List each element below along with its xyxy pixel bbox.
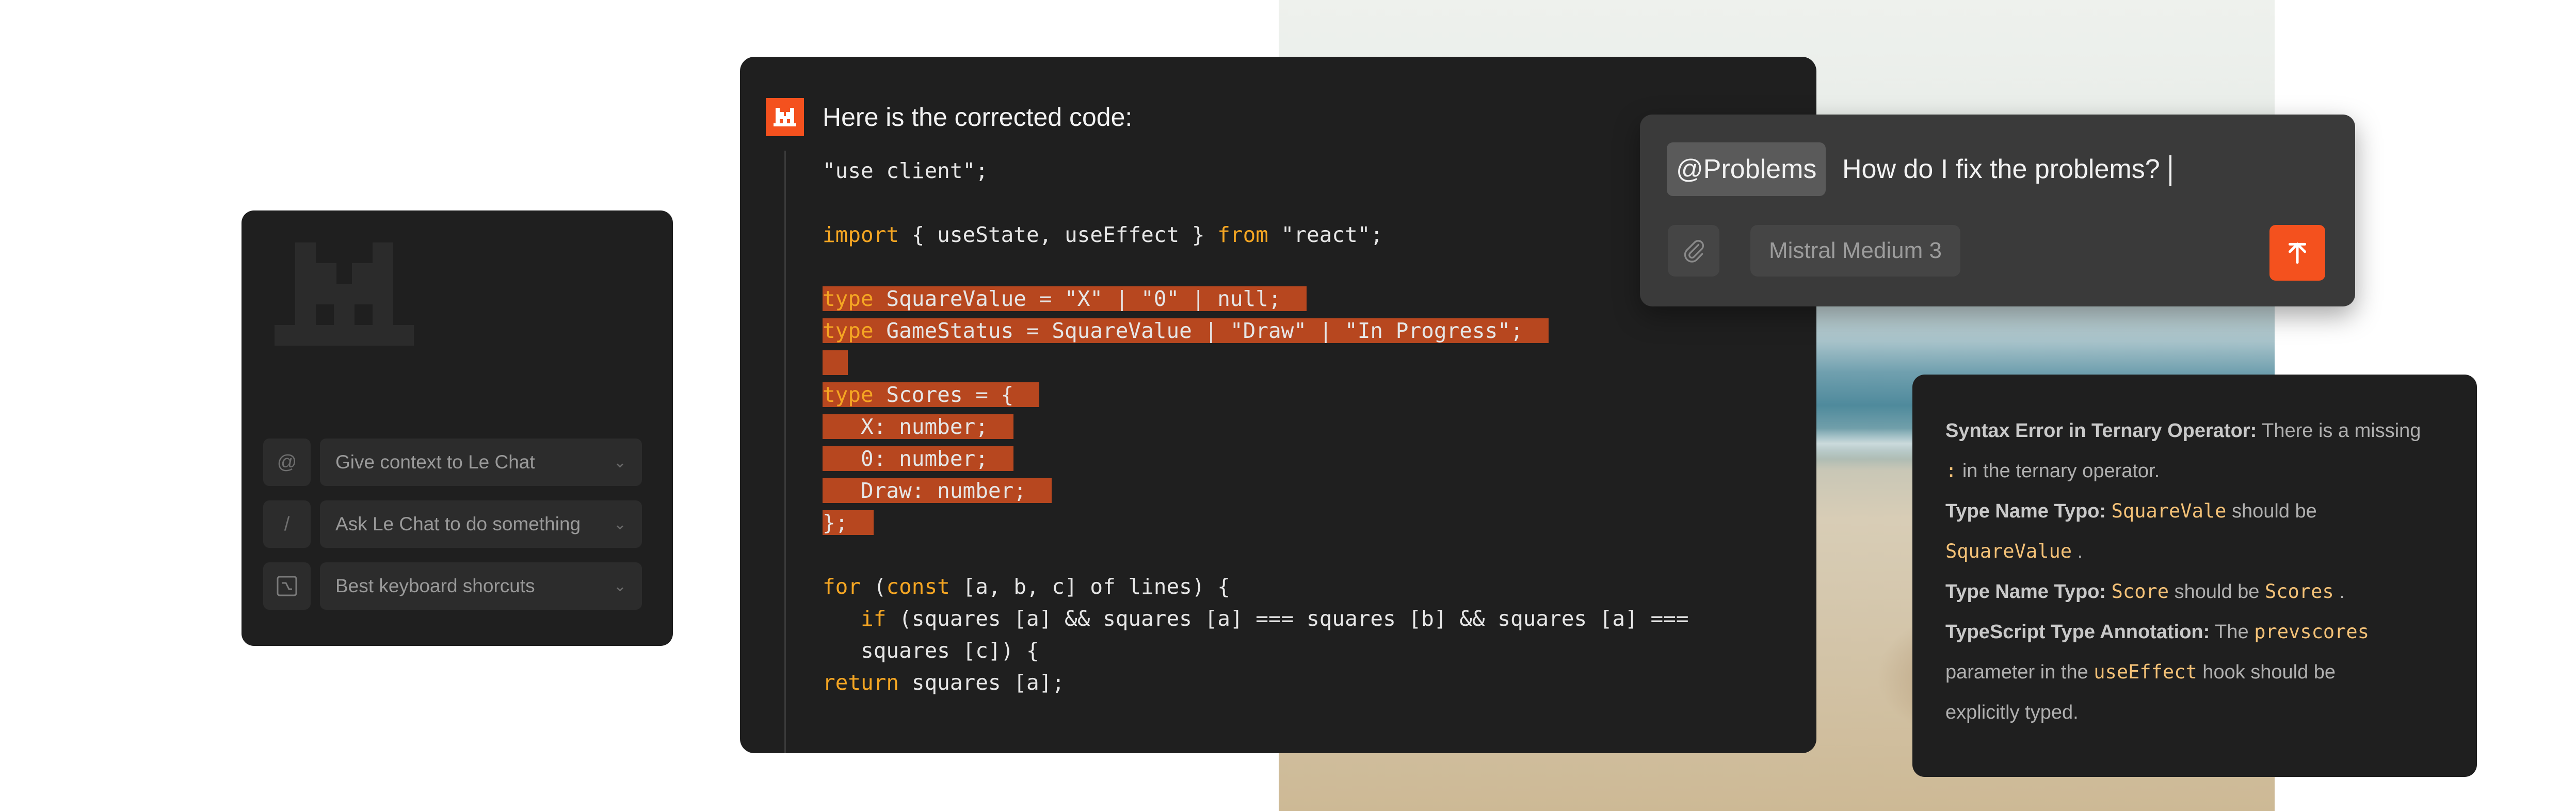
prompt-box[interactable]: @Problems How do I fix the problems? Mis…: [1640, 115, 2355, 306]
quick-action-label: Give context to Le Chat: [335, 451, 535, 473]
code-line: return squares [a];: [823, 670, 1065, 695]
problem-item: Syntax Error in Ternary Operator: There …: [1945, 420, 2421, 482]
paperclip-icon: [1684, 240, 1704, 263]
response-thread-line: [784, 151, 786, 753]
code-line-highlighted: [823, 347, 1793, 379]
at-key-icon: @: [263, 439, 311, 486]
slash-key-icon: /: [263, 500, 311, 548]
code-line: for (const [a, b, c] of lines) {: [823, 574, 1230, 599]
text-caret: [2169, 155, 2171, 187]
quick-action-label: Best keyboard shorcuts: [335, 575, 535, 596]
keyboard-key-icon: [263, 562, 311, 610]
code-line-highlighted: type GameStatus = SquareValue | "Draw" |…: [823, 315, 1793, 347]
chevron-down-icon: ⌄: [613, 515, 626, 533]
quick-action-command[interactable]: / Ask Le Chat to do something ⌄: [263, 500, 642, 548]
quick-action-shortcuts[interactable]: Best keyboard shorcuts ⌄: [263, 562, 642, 610]
code-line-highlighted: type Scores = {: [823, 379, 1793, 411]
mistral-logo-icon: [275, 242, 414, 346]
code-line: squares [c]) {: [823, 638, 1039, 663]
code-line-highlighted: X: number;: [823, 411, 1793, 443]
command-dropdown[interactable]: Ask Le Chat to do something ⌄: [320, 500, 642, 548]
model-selector[interactable]: Mistral Medium 3: [1750, 225, 1960, 277]
problems-mention-chip[interactable]: @Problems: [1667, 142, 1826, 196]
chevron-down-icon: ⌄: [613, 577, 626, 595]
attach-button[interactable]: [1668, 225, 1719, 277]
problem-item: Type Name Typo: SquareVale should be Squa…: [1945, 500, 2317, 562]
problem-item: TypeScript Type Annotation: The prevscor…: [1945, 621, 2369, 723]
le-chat-avatar-icon: [766, 98, 804, 136]
quick-action-label: Ask Le Chat to do something: [335, 513, 581, 534]
problem-item: Type Name Typo: Score should be Scores .: [1945, 580, 2345, 603]
code-line-highlighted: 0: number;: [823, 443, 1793, 475]
response-heading: Here is the corrected code:: [823, 103, 1133, 132]
code-line: if (squares [a] && squares [a] === squar…: [861, 606, 1689, 631]
chevron-down-icon: ⌄: [613, 453, 626, 471]
prompt-text: How do I fix the problems?: [1842, 154, 2160, 184]
code-line-highlighted: Draw: number;: [823, 475, 1793, 507]
prompt-input[interactable]: How do I fix the problems?: [1842, 142, 2171, 196]
code-line-highlighted: };: [823, 507, 1793, 539]
problems-list: Syntax Error in Ternary Operator: There …: [1945, 411, 2456, 733]
quick-actions-card: @ Give context to Le Chat ⌄ / Ask Le Cha…: [242, 210, 673, 646]
problems-card: Syntax Error in Ternary Operator: There …: [1912, 375, 2477, 777]
context-dropdown[interactable]: Give context to Le Chat ⌄: [320, 439, 642, 486]
quick-action-context[interactable]: @ Give context to Le Chat ⌄: [263, 439, 642, 486]
arrow-up-icon: [2288, 242, 2307, 264]
shortcuts-dropdown[interactable]: Best keyboard shorcuts ⌄: [320, 562, 642, 610]
send-button[interactable]: [2269, 225, 2325, 281]
